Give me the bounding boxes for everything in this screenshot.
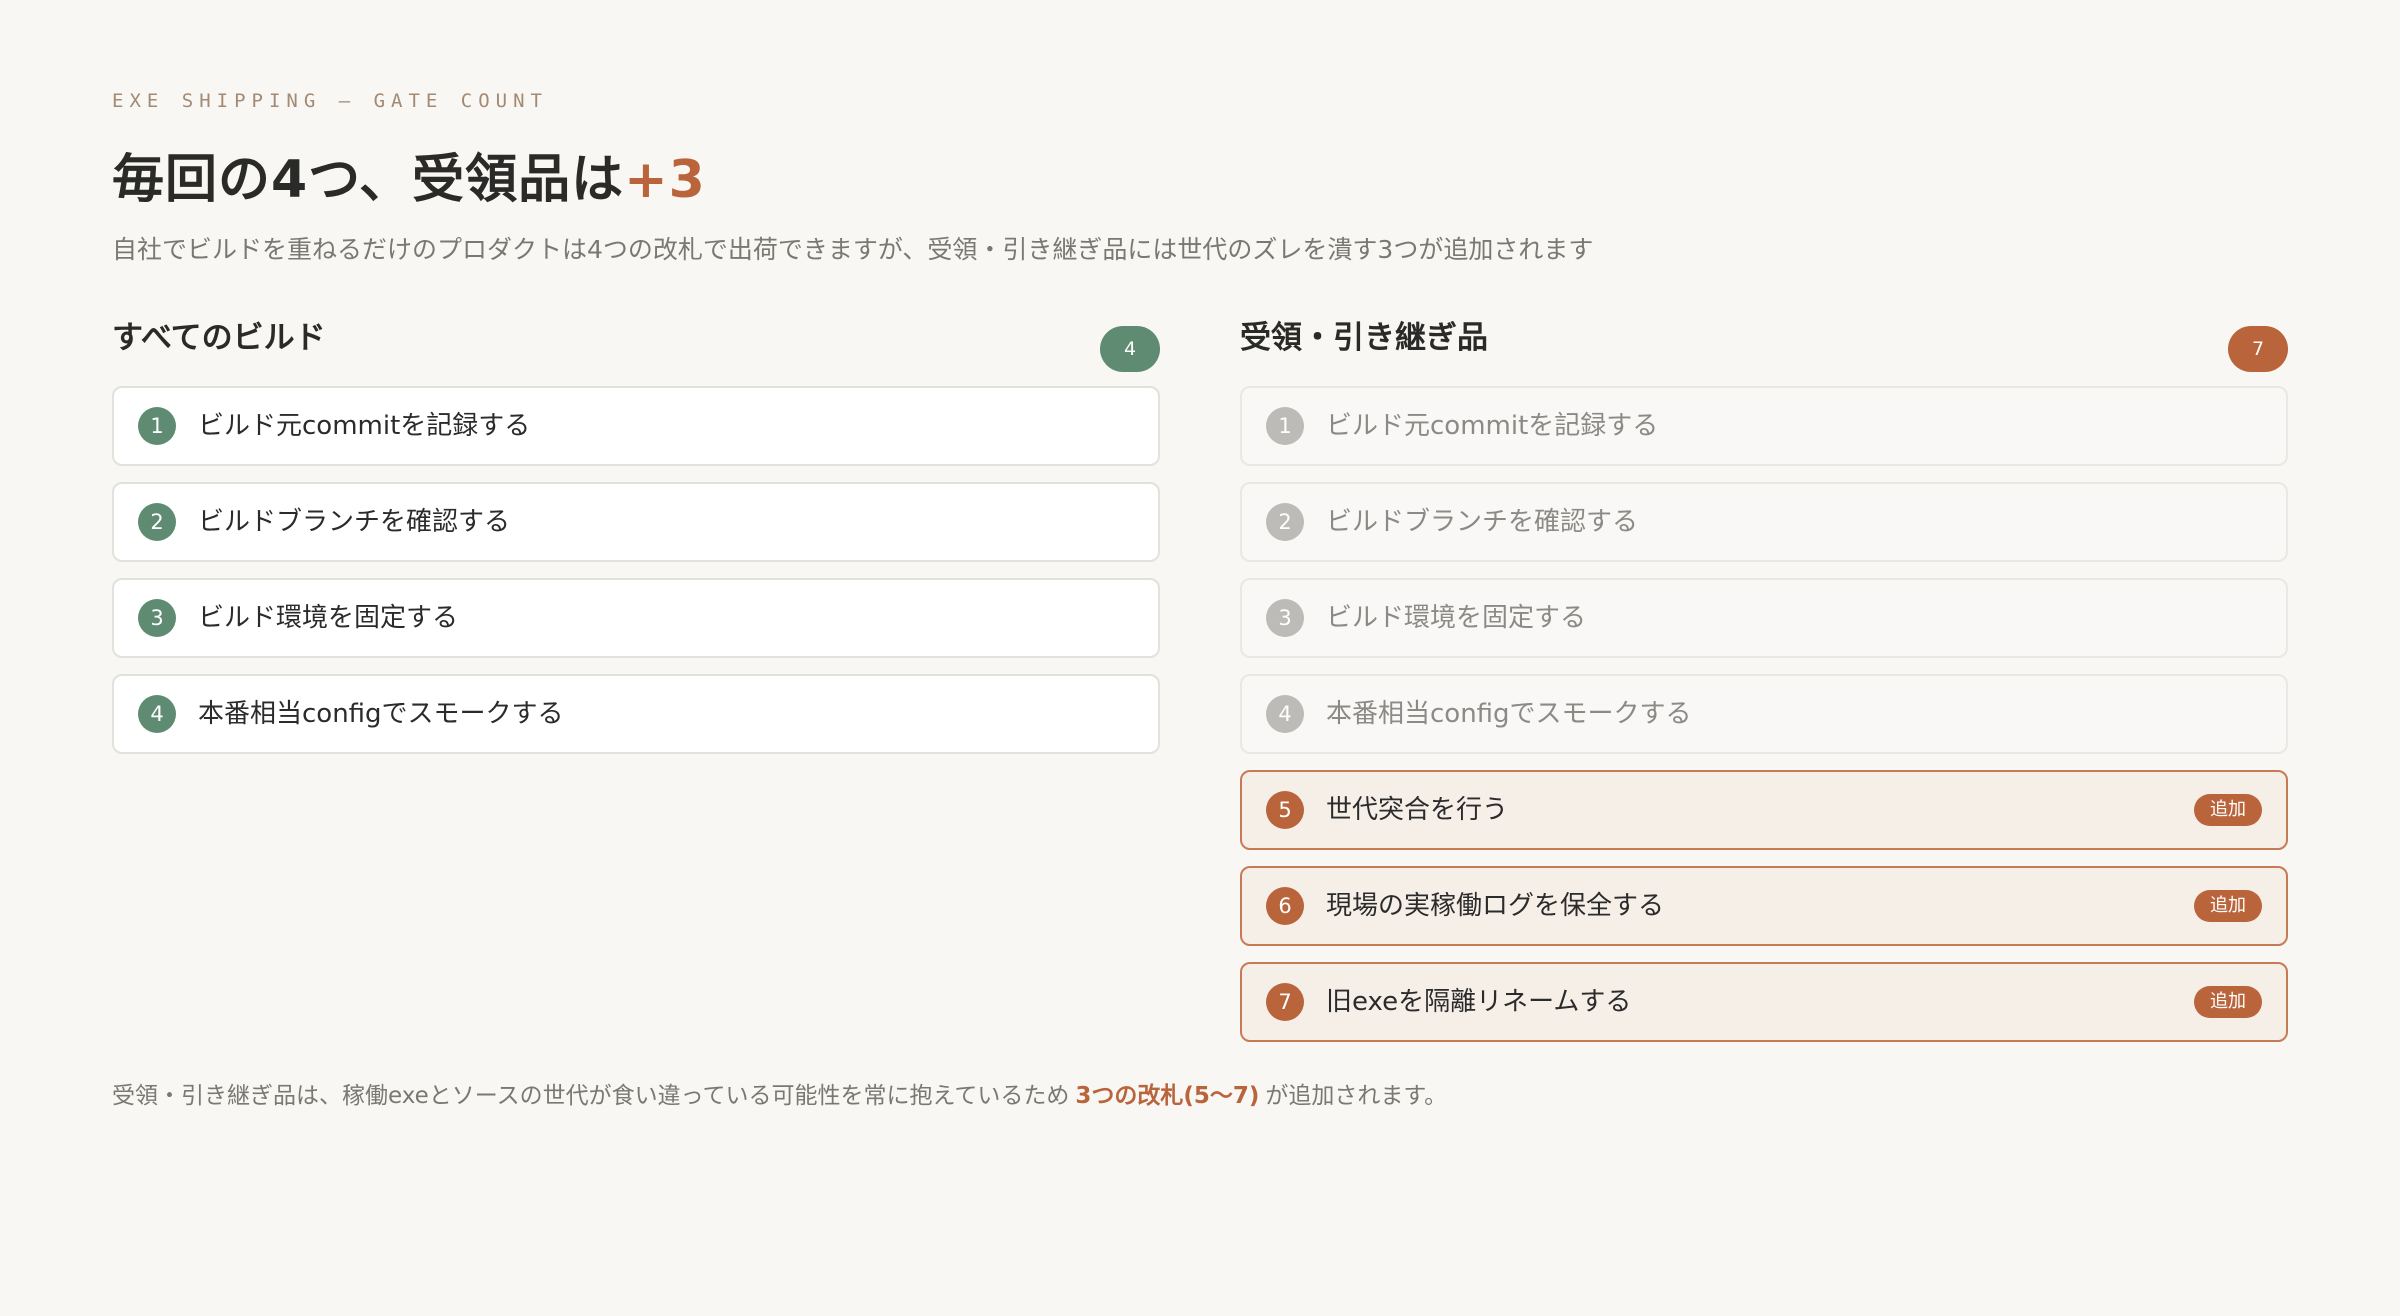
step-number: 1 [138,407,176,445]
added-gate-item: 6 現場の実稼働ログを保全する 追加 [1240,866,2288,946]
step-number: 1 [1266,407,1304,445]
step-number: 5 [1266,791,1304,829]
page: EXE SHIPPING — GATE COUNT 毎回の4つ、受領品は+3 自… [112,86,2288,1042]
count-badge: 7 [2228,326,2288,372]
page-title-main: 毎回の4つ、受領品は [112,150,625,210]
gate-label: ビルドブランチを確認する [198,507,511,537]
column-header: 受領・引き継ぎ品 7 [1240,314,2288,372]
added-badge: 追加 [2194,986,2262,1018]
gate-label: 旧exeを隔離リネームする [1326,987,1632,1017]
column-title: 受領・引き継ぎ品 [1240,320,1488,356]
gate-label: ビルド環境を固定する [1326,603,1587,633]
footer-note-suffix: が追加されます。 [1265,1083,1448,1109]
column-header: すべてのビルド 4 [112,314,1160,372]
gate-item: 2 ビルドブランチを確認する [112,482,1160,562]
gate-item: 4 本番相当configでスモークする [1240,674,2288,754]
added-badge: 追加 [2194,794,2262,826]
page-title-accent: +3 [624,150,706,210]
step-number: 3 [138,599,176,637]
gate-item: 3 ビルド環境を固定する [112,578,1160,658]
gate-label: 本番相当configでスモークする [1326,699,1692,729]
step-number: 7 [1266,983,1304,1021]
gate-label: 現場の実稼働ログを保全する [1326,891,1665,921]
step-number: 6 [1266,887,1304,925]
gate-item: 4 本番相当configでスモークする [112,674,1160,754]
footer-note-prefix: 受領・引き継ぎ品は、稼働exeとソースの世代が食い違っている可能性を常に抱えてい… [112,1083,1070,1109]
gate-item: 1 ビルド元commitを記録する [112,386,1160,466]
gate-list: 1 ビルド元commitを記録する 2 ビルドブランチを確認する 3 ビルド環境… [112,386,1160,754]
eyebrow: EXE SHIPPING — GATE COUNT [112,90,548,112]
footer-note: 受領・引き継ぎ品は、稼働exeとソースの世代が食い違っている可能性を常に抱えてい… [112,1078,1447,1114]
handover-column: 受領・引き継ぎ品 7 1 ビルド元commitを記録する 2 ビルドブランチを確… [1240,314,2288,1058]
footer-note-emphasis: 3つの改札(5〜7) [1075,1083,1260,1109]
gate-list: 1 ビルド元commitを記録する 2 ビルドブランチを確認する 3 ビルド環境… [1240,386,2288,1042]
page-title: 毎回の4つ、受領品は+3 [112,146,2288,214]
gate-label: ビルド元commitを記録する [1326,411,1659,441]
step-number: 4 [138,695,176,733]
page-subtitle: 自社でビルドを重ねるだけのプロダクトは4つの改札で出荷できますが、受領・引き継ぎ… [112,235,1594,264]
added-badge: 追加 [2194,890,2262,922]
gate-label: 本番相当configでスモークする [198,699,564,729]
gate-label: 世代突合を行う [1326,795,1509,825]
added-gate-item: 5 世代突合を行う 追加 [1240,770,2288,850]
gate-label: ビルドブランチを確認する [1326,507,1639,537]
column-title: すべてのビルド [112,320,326,356]
step-number: 3 [1266,599,1304,637]
gate-label: ビルド元commitを記録する [198,411,531,441]
gate-label: ビルド環境を固定する [198,603,459,633]
step-number: 4 [1266,695,1304,733]
gate-item: 1 ビルド元commitを記録する [1240,386,2288,466]
count-badge: 4 [1100,326,1160,372]
step-number: 2 [1266,503,1304,541]
added-gate-item: 7 旧exeを隔離リネームする 追加 [1240,962,2288,1042]
gate-item: 2 ビルドブランチを確認する [1240,482,2288,562]
step-number: 2 [138,503,176,541]
all-builds-column: すべてのビルド 4 1 ビルド元commitを記録する 2 ビルドブランチを確認… [112,314,1160,770]
gate-item: 3 ビルド環境を固定する [1240,578,2288,658]
